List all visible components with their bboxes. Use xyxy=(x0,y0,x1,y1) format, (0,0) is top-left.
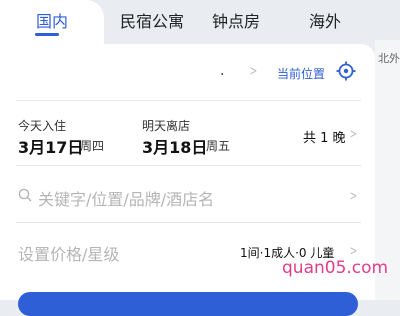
tab-bar: 国内 民宿公寓 钟点房 海外 xyxy=(0,0,400,44)
checkout-date[interactable]: 3月18日 xyxy=(142,134,207,158)
watermark: quan05.com xyxy=(282,258,389,278)
search-icon xyxy=(18,188,32,202)
checkin-date[interactable]: 3月17日 xyxy=(18,134,83,158)
nights-count[interactable]: 共 1 晚 xyxy=(303,127,346,146)
tab-overseas-label: 海外 xyxy=(308,12,341,31)
tab-domestic-label: 国内 xyxy=(35,12,68,31)
tab-overseas[interactable]: 海外 xyxy=(300,0,350,44)
checkin-label: 今天入住 xyxy=(18,119,67,133)
checkin-weekday: 周四 xyxy=(80,139,105,153)
checkout-weekday: 周五 xyxy=(206,139,231,153)
tab-domestic[interactable]: 国内 xyxy=(0,0,104,44)
search-button[interactable] xyxy=(18,292,358,316)
tab-homestay-label: 民宿公寓 xyxy=(119,12,184,31)
chevron-right-icon: > xyxy=(349,189,358,204)
keyword-search-input[interactable]: 关键字/位置/品牌/酒店名 xyxy=(38,186,214,210)
checkout-label: 明天离店 xyxy=(142,119,191,133)
tab-active-indicator xyxy=(35,33,59,36)
locate-icon[interactable] xyxy=(336,61,356,81)
divider xyxy=(16,165,361,166)
destination-value[interactable]: . xyxy=(220,63,224,79)
tab-hourly[interactable]: 钟点房 xyxy=(200,0,272,44)
side-hint-text: 北外 xyxy=(378,52,400,65)
divider xyxy=(16,100,361,101)
chevron-right-icon: > xyxy=(349,244,358,259)
divider xyxy=(16,222,361,223)
chevron-right-icon: > xyxy=(249,64,258,79)
tab-hourly-label: 钟点房 xyxy=(211,12,260,31)
price-star-filter[interactable]: 设置价格/星级 xyxy=(18,241,119,265)
current-location-button[interactable]: 当前位置 xyxy=(277,65,325,82)
tab-homestay[interactable]: 民宿公寓 xyxy=(104,0,200,44)
chevron-right-icon: > xyxy=(349,127,358,142)
